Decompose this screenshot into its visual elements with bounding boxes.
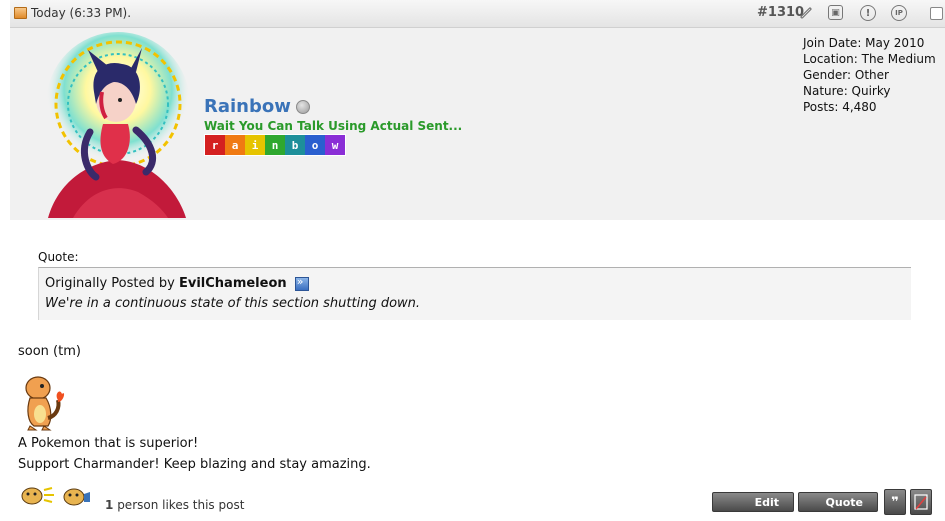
rainbow-letter: i	[245, 135, 265, 155]
liked-sprite-icon	[63, 488, 90, 506]
rainbow-letter: a	[225, 135, 245, 155]
post-icon	[14, 7, 27, 19]
rainbow-letter: o	[305, 135, 325, 155]
rainbow-letter: w	[325, 135, 345, 155]
quote-prefix: Originally Posted by	[45, 276, 175, 291]
signature-line-2: Support Charmander! Keep blazing and sta…	[18, 457, 371, 472]
gender: Gender: Other	[803, 68, 889, 82]
report-hex-icon[interactable]: ▣	[828, 5, 843, 20]
user-stats: Join Date: May 2010 Location: The Medium…	[803, 35, 936, 115]
like-text: person likes this post	[117, 498, 245, 512]
post-date: Today (6:33 PM).	[14, 6, 131, 20]
rainbow-userbar: rainbow	[204, 134, 346, 156]
rainbow-letter: n	[265, 135, 285, 155]
quote-header: Originally Posted by EvilChameleon	[45, 275, 309, 291]
select-post-checkbox[interactable]	[930, 7, 943, 20]
post-count: Posts: 4,480	[803, 100, 877, 114]
ip-icon[interactable]: IP	[891, 5, 907, 21]
username[interactable]: Rainbow	[204, 96, 310, 117]
join-date: Join Date: May 2010	[803, 36, 925, 50]
username-text[interactable]: Rainbow	[204, 96, 291, 117]
like-count[interactable]: 1	[105, 498, 113, 512]
like-summary: 1 person likes this post	[105, 498, 244, 512]
like-sprite-icon[interactable]	[18, 484, 58, 506]
nature: Nature: Quirky	[803, 84, 891, 98]
post-header-bar: Today (6:33 PM). #1310 ▣ ! IP	[10, 0, 945, 28]
signature-line-1: A Pokemon that is superior!	[18, 436, 199, 451]
link-icon[interactable]	[798, 5, 814, 21]
user-avatar[interactable]	[18, 32, 200, 218]
post-message: soon (tm)	[18, 344, 81, 359]
quote-text: We're in a continuous state of this sect…	[45, 296, 421, 311]
user-info-area: Rainbow Wait You Can Talk Using Actual S…	[10, 28, 945, 220]
delete-icon[interactable]	[910, 489, 932, 515]
user-title: Wait You Can Talk Using Actual Sent...	[204, 119, 463, 133]
charmander-sprite	[25, 376, 65, 431]
quote-author: EvilChameleon	[178, 276, 287, 291]
location: Location: The Medium	[803, 52, 936, 66]
rainbow-letter: r	[205, 135, 225, 155]
offline-status-icon	[295, 99, 310, 114]
quote-box: Originally Posted by EvilChameleon We're…	[38, 267, 911, 320]
like-icons	[18, 484, 96, 506]
edit-button[interactable]: Edit	[712, 492, 794, 512]
multiquote-icon[interactable]: ❞	[884, 489, 906, 515]
quote-label: Quote:	[38, 250, 79, 264]
view-post-icon[interactable]	[294, 275, 309, 291]
warn-icon[interactable]: !	[860, 5, 876, 21]
rainbow-letter: b	[285, 135, 305, 155]
quote-button[interactable]: Quote	[798, 492, 878, 512]
post-date-text: Today (6:33 PM).	[31, 6, 132, 20]
